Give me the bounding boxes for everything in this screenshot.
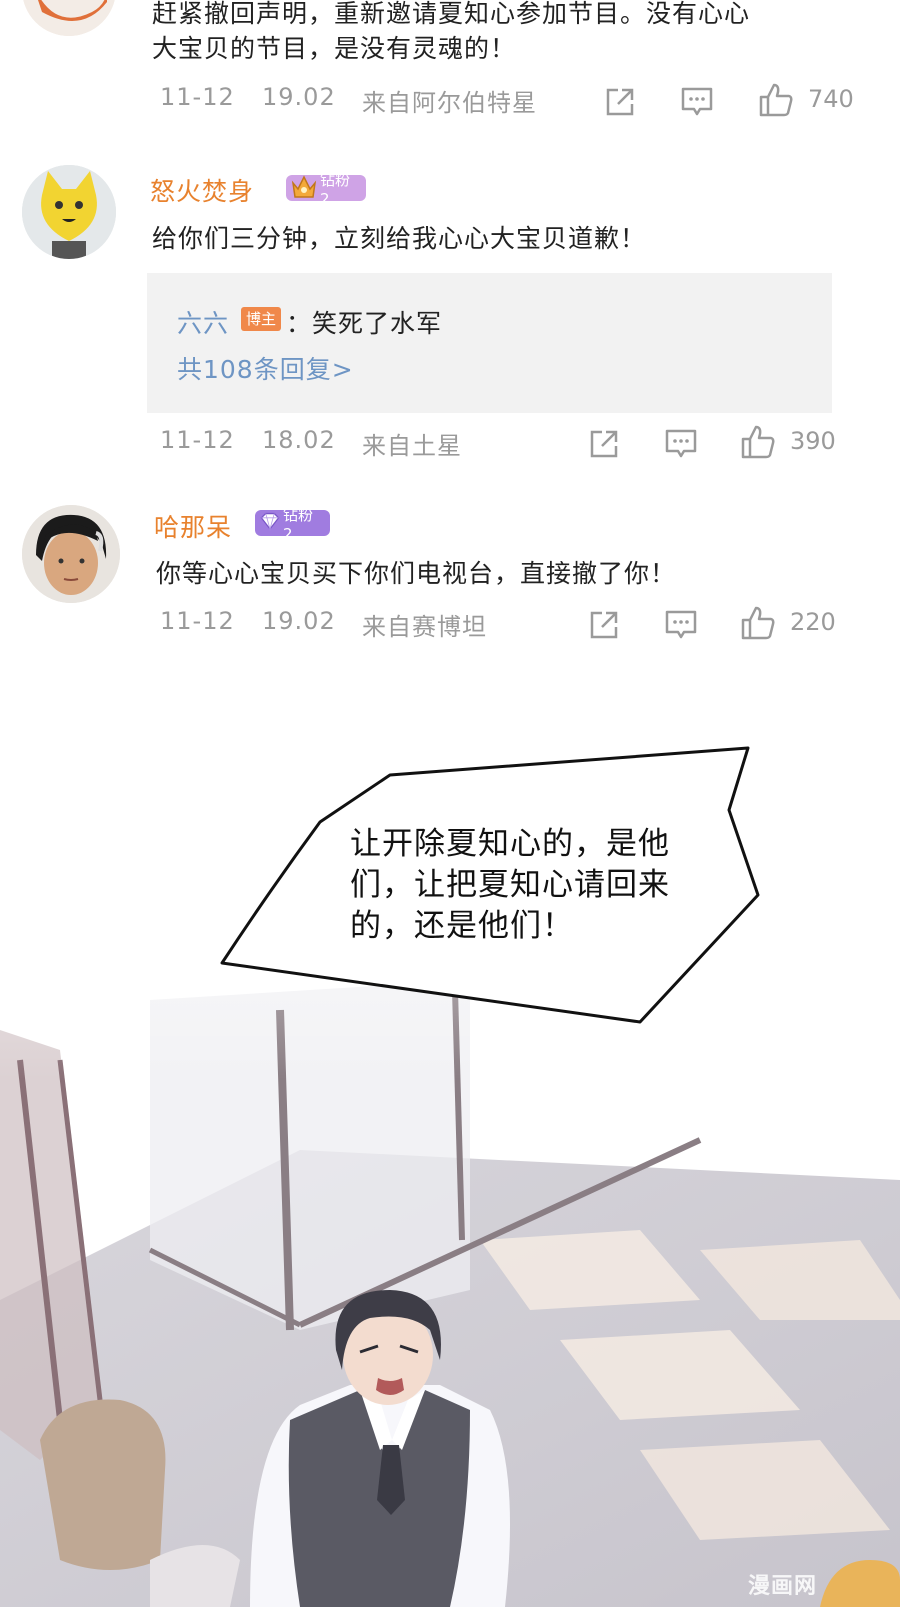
speech-line: 的，还是他们！: [350, 908, 574, 944]
badge-label: 钻粉2: [283, 505, 314, 543]
reply-text: ：笑死了水军: [286, 309, 443, 338]
diamond-icon: [260, 512, 280, 531]
avatar[interactable]: [22, 0, 116, 36]
comment-text-line: 大宝贝的节目，是没有灵魂的！: [152, 34, 517, 63]
fan-badge: 钻粉2: [255, 506, 330, 543]
comment-time: 19.02: [262, 83, 336, 111]
comment-icon[interactable]: [664, 609, 698, 641]
host-tag: 博主: [241, 307, 281, 331]
watermark: 漫画网: [748, 1574, 818, 1599]
like-count: 740: [808, 85, 854, 113]
comment-time: 18.02: [262, 426, 336, 454]
reply-author[interactable]: 六六: [177, 304, 229, 340]
share-icon[interactable]: [588, 428, 620, 460]
fan-badge: 钻粉2: [286, 171, 366, 208]
comment-icon[interactable]: [680, 86, 714, 118]
like-icon[interactable]: [740, 424, 776, 460]
like-count: 220: [790, 608, 836, 636]
speech-line: 让开除夏知心的，是他: [350, 826, 670, 862]
like-count: 390: [790, 427, 836, 455]
comment-source: 来自阿尔伯特星: [362, 89, 537, 117]
username[interactable]: 怒火焚身: [150, 172, 254, 208]
share-icon[interactable]: [588, 609, 620, 641]
comment-feed: 赶紧撤回声明，重新邀请夏知心参加节目。没有心心 大宝贝的节目，是没有灵魂的！ 1…: [0, 0, 900, 700]
username[interactable]: 哈那呆: [154, 508, 232, 544]
comment-date: 11-12: [160, 607, 235, 635]
comment-text: 你等心心宝贝买下你们电视台，直接撤了你！: [156, 559, 677, 588]
comment-time: 19.02: [262, 607, 336, 635]
comment-date: 11-12: [160, 83, 235, 111]
badge-label: 钻粉2: [320, 170, 351, 208]
more-replies-link[interactable]: 共108条回复>: [177, 350, 354, 386]
comment-text-line: 赶紧撤回声明，重新邀请夏知心参加节目。没有心心: [152, 0, 751, 28]
share-icon[interactable]: [604, 86, 636, 118]
comment-source: 来自土星: [362, 432, 462, 460]
like-icon[interactable]: [740, 605, 776, 641]
speech-bubble-text: 让开除夏知心的，是他 们，让把夏知心请回来 的，还是他们！: [350, 824, 700, 947]
reply-preview[interactable]: [147, 273, 832, 413]
avatar[interactable]: [22, 165, 116, 259]
comment-text: 给你们三分钟，立刻给我心心大宝贝道歉！: [152, 224, 647, 253]
comment-icon[interactable]: [664, 428, 698, 460]
comment-date: 11-12: [160, 426, 235, 454]
comment-source: 来自赛博坦: [362, 613, 487, 641]
like-icon[interactable]: [758, 82, 794, 118]
avatar[interactable]: [22, 505, 120, 603]
speech-line: 们，让把夏知心请回来: [350, 867, 670, 903]
crown-icon: [291, 175, 317, 198]
